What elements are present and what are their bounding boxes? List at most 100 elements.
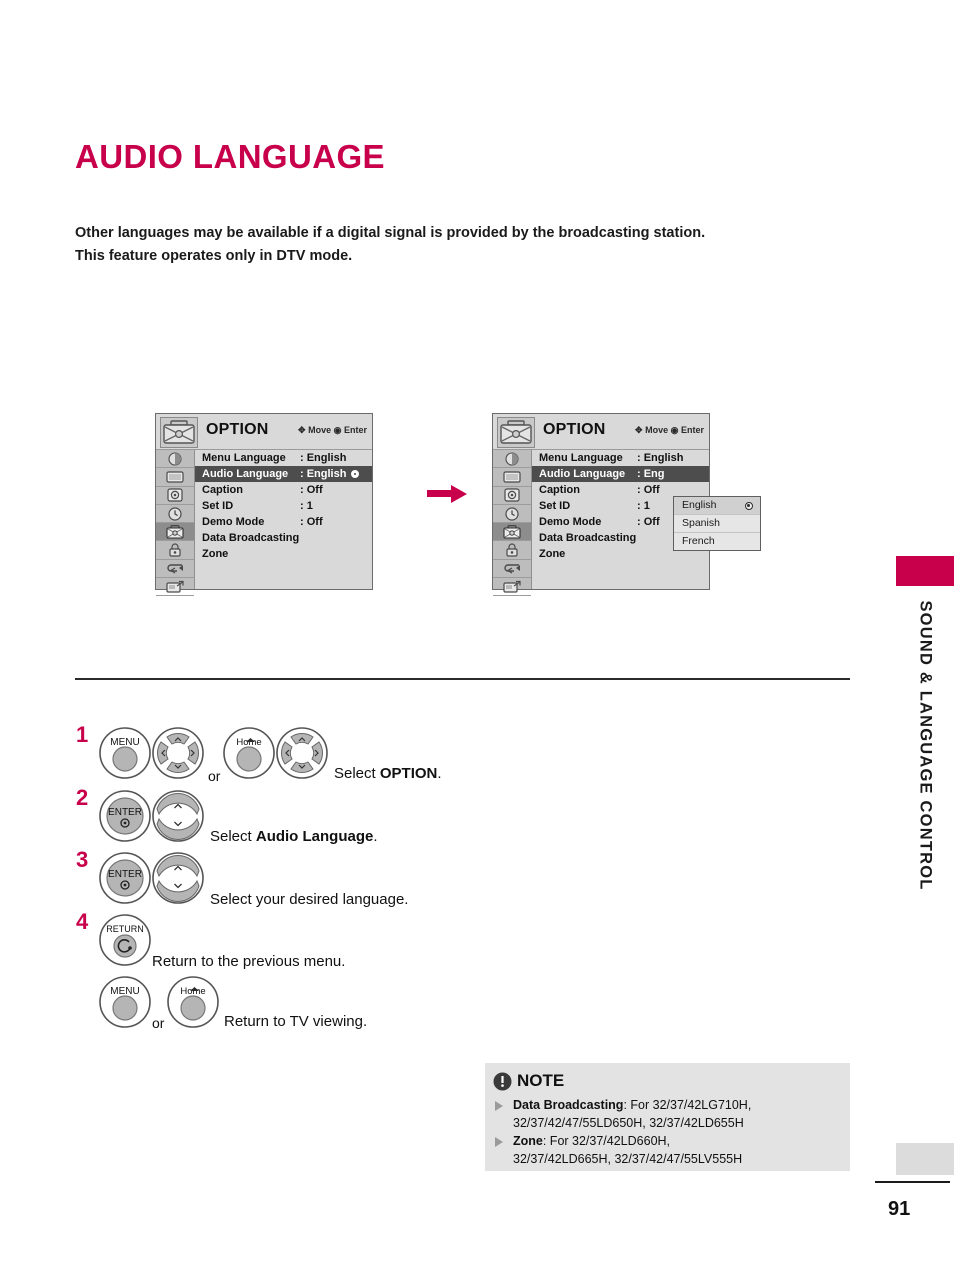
osd-row-value: : Off (637, 516, 660, 528)
note-item-1-text2: 32/37/42/47/55LD650H, 32/37/42LD655H (513, 1116, 744, 1131)
step-number-3: 3 (76, 847, 89, 872)
option-icon[interactable] (156, 523, 194, 542)
osd-nav-hint-2: ✥ Move ◉ Enter (635, 425, 704, 436)
osd-row-label: Zone (539, 548, 566, 560)
step-caption-2: Select Audio Language. (210, 828, 378, 845)
osd-row[interactable]: Caption : Off (195, 482, 372, 498)
step2-caption-prefix: Select (210, 828, 256, 845)
step2-caption-bold: Audio Language (255, 828, 374, 845)
nav-wheel-step1-a[interactable] (150, 726, 206, 780)
home-button-step1[interactable]: Home (222, 726, 276, 780)
note-item-2-term: Zone (513, 1134, 543, 1148)
svg-text:ENTER: ENTER (108, 869, 142, 880)
home-button-step4[interactable]: Home (166, 975, 220, 1029)
step1-caption-suffix: . (437, 765, 442, 782)
audio-icon[interactable] (493, 487, 531, 505)
dropdown-option[interactable]: English (674, 497, 760, 515)
or-label-step4: or (152, 1015, 165, 1031)
intro-paragraph: Other languages may be available if a di… (75, 222, 775, 269)
osd-row[interactable]: Demo Mode: Off (195, 514, 372, 530)
audio-language-dropdown[interactable]: English Spanish French (673, 496, 761, 551)
osd-row[interactable]: Audio Language : English (195, 466, 372, 482)
updown-button-step2[interactable] (150, 789, 206, 843)
usb-icon[interactable] (156, 578, 194, 597)
picture-icon[interactable] (493, 450, 531, 469)
screen-icon[interactable] (493, 468, 531, 487)
osd-row-label: Audio Language (202, 468, 289, 480)
time-icon[interactable] (156, 505, 194, 524)
page-edge-bar (896, 1143, 954, 1175)
step1-caption-bold: OPTION (379, 765, 438, 782)
dropdown-option-label: English (682, 499, 717, 511)
osd-row-value: : Eng (637, 468, 665, 480)
osd-row-label: Caption (202, 484, 243, 496)
page-number: 91 (888, 1198, 911, 1220)
osd-row-value: : English (300, 466, 360, 482)
osd-body: Menu Language : English Audio Language : En… (156, 450, 372, 597)
osd-row-label: Demo Mode (202, 516, 265, 528)
osd-row[interactable]: Data Broadcasting (195, 530, 372, 546)
note-item-1-term: Data Broadcasting (513, 1098, 624, 1112)
screen-icon[interactable] (156, 468, 194, 487)
svg-text:ENTER: ENTER (108, 807, 142, 818)
osd-row-label: Menu Language (202, 452, 286, 464)
dropdown-option[interactable]: French (674, 533, 760, 550)
osd-row-value: : English (300, 452, 347, 464)
osd-menu-before: OPTION ✥ Move ◉ Enter Menu Language : Eng… (155, 413, 373, 597)
osd-row[interactable]: Zone (195, 546, 372, 562)
note-box: NOTE Data Broadcasting: For 32/37/42LG71… (485, 1063, 850, 1171)
option-briefcase-icon (160, 417, 198, 448)
note-item-1-text: : For 32/37/42LG710H, (623, 1098, 752, 1112)
osd-icon-rail-2 (493, 450, 532, 597)
lock-icon[interactable] (156, 541, 194, 560)
osd-body-2: Menu Language: English Audio Language : En… (493, 450, 761, 597)
step-caption-4-extra: Return to TV viewing. (224, 1013, 368, 1030)
osd-row-value: : Off (300, 484, 323, 496)
osd-row[interactable]: Audio Language : Eng (532, 466, 709, 482)
enter-button-step2[interactable]: ENTER (98, 789, 152, 843)
enter-button-step3[interactable]: ENTER (98, 851, 152, 905)
note-item-2-text: : For 32/37/42LD660H, (542, 1134, 671, 1148)
chapter-tab-label-wrap: SOUND & LANGUAGE CONTROL (896, 586, 954, 906)
menu-button-step4[interactable]: MENU (98, 975, 152, 1029)
usb-icon[interactable] (493, 578, 531, 597)
option-icon[interactable] (493, 523, 531, 542)
menu-button-step1[interactable]: MENU (98, 726, 152, 780)
osd-hint-move: Move (308, 425, 332, 435)
flow-arrow-icon (425, 483, 469, 505)
step2-caption-suffix: . (373, 828, 378, 845)
osd-row[interactable]: Menu Language : English (195, 450, 372, 466)
osd-header: OPTION ✥ Move ◉ Enter (156, 414, 372, 450)
page-title: AUDIO LANGUAGE (75, 138, 385, 175)
dropdown-option-label: French (682, 535, 715, 547)
dropdown-option[interactable]: Spanish (674, 515, 760, 533)
step1-caption-prefix: Select (334, 765, 380, 782)
chapter-tab-label: SOUND & LANGUAGE CONTROL (916, 600, 935, 891)
updown-button-step3[interactable] (150, 851, 206, 905)
osd-header-2: OPTION ✥ Move ◉ Enter (493, 414, 709, 450)
step-number-1: 1 (76, 722, 89, 747)
selected-radio-icon (351, 470, 360, 478)
picture-icon[interactable] (156, 450, 194, 469)
osd-row-label: Audio Language (539, 468, 626, 480)
osd-row[interactable]: Set ID: 1 (195, 498, 372, 514)
note-item-1: Data Broadcasting: For 32/37/42LG710H, 3… (513, 1096, 751, 1132)
audio-icon[interactable] (156, 487, 194, 505)
osd-hint-move-2: Move (645, 425, 669, 435)
lock-icon[interactable] (493, 541, 531, 560)
osd-row[interactable]: Menu Language: English (532, 450, 709, 466)
osd-row-label: Caption (539, 484, 580, 496)
time-icon[interactable] (493, 505, 531, 524)
input-icon[interactable] (493, 560, 531, 579)
section-divider (75, 678, 850, 680)
chapter-tab-band (896, 556, 954, 586)
input-icon[interactable] (156, 560, 194, 579)
osd-row-value: : 1 (300, 500, 313, 512)
svg-text:RETURN: RETURN (106, 924, 144, 934)
svg-text:MENU: MENU (110, 986, 139, 997)
return-button-step4[interactable]: RETURN (98, 913, 152, 967)
nav-wheel-step1-b[interactable] (274, 726, 330, 780)
note-item-2: Zone: For 32/37/42LD660H, 32/37/42LD665H… (513, 1132, 742, 1168)
note-item-2-text2: 32/37/42LD665H, 32/37/42/47/55LV555H (513, 1152, 743, 1167)
osd-title: OPTION (206, 421, 269, 438)
